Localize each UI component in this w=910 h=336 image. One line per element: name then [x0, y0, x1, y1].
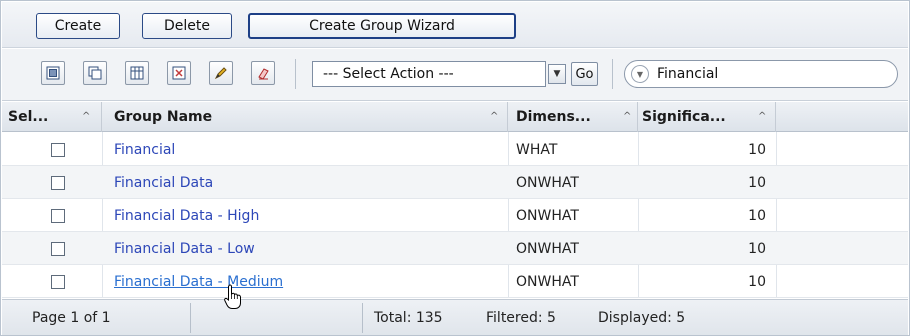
table-row[interactable]: Financial Data ONWHAT 10 [2, 166, 908, 199]
total-count: Total: 135 [374, 310, 443, 326]
toolbar-separator [295, 59, 296, 89]
column-header-group-name[interactable]: Group Name ^ [102, 102, 508, 132]
create-button[interactable]: Create [36, 13, 120, 39]
sort-icon[interactable]: ^ [82, 111, 90, 122]
chevron-down-icon[interactable]: ▼ [548, 64, 566, 84]
column-label: Sel... [8, 109, 49, 125]
clear-eraser-icon[interactable] [251, 61, 275, 85]
page-indicator: Page 1 of 1 [32, 310, 111, 326]
toolbar-separator [612, 59, 613, 89]
select-action-dropdown[interactable]: --- Select Action --- [312, 61, 546, 87]
significance-cell: 10 [748, 207, 766, 224]
table-row[interactable]: Financial Data - High ONWHAT 10 [2, 199, 908, 232]
filter-icon[interactable]: ▼ [631, 65, 649, 83]
select-all-icon[interactable] [41, 61, 65, 85]
filter-value: Financial [657, 66, 719, 82]
hand-cursor-icon [224, 284, 241, 309]
sort-icon[interactable]: ^ [490, 111, 498, 122]
footer-separator [190, 303, 191, 333]
significance-cell: 10 [748, 174, 766, 191]
table-row[interactable]: Financial Data - Medium ONWHAT 10 [2, 265, 908, 298]
columns-icon[interactable] [125, 61, 149, 85]
table-toolbar: --- Select Action --- ▼ Go ▼ Financial [2, 49, 908, 101]
group-name-link[interactable]: Financial Data - High [114, 208, 259, 224]
dimension-cell: ONWHAT [516, 207, 579, 224]
delete-button[interactable]: Delete [142, 13, 232, 39]
column-header-dimension[interactable]: Dimens... ^ [508, 102, 638, 132]
group-name-link[interactable]: Financial Data - Medium [114, 274, 283, 290]
table-footer: Page 1 of 1 Total: 135 Filtered: 5 Displ… [2, 299, 908, 335]
action-button-bar: Create Delete Create Group Wizard [2, 2, 908, 48]
sort-icon[interactable]: ^ [758, 111, 766, 122]
row-checkbox[interactable] [51, 176, 65, 190]
sort-icon[interactable]: ^ [623, 111, 631, 122]
column-label: Significa... [642, 109, 726, 125]
footer-separator [362, 303, 363, 333]
displayed-count: Displayed: 5 [598, 310, 686, 326]
dimension-cell: ONWHAT [516, 240, 579, 257]
filter-input[interactable]: ▼ Financial [624, 60, 898, 88]
column-label: Group Name [114, 109, 213, 125]
table-header: Sel... ^ Group Name ^ Dimens... ^ Signif… [2, 102, 908, 132]
group-name-link[interactable]: Financial Data [114, 175, 213, 191]
significance-cell: 10 [748, 240, 766, 257]
column-label: Dimens... [516, 109, 591, 125]
filter-options-icon[interactable] [167, 61, 191, 85]
group-name-link[interactable]: Financial [114, 142, 175, 158]
significance-cell: 10 [748, 273, 766, 290]
row-checkbox[interactable] [51, 209, 65, 223]
edit-pencil-icon[interactable] [209, 61, 233, 85]
group-name-link[interactable]: Financial Data - Low [114, 241, 255, 257]
row-checkbox[interactable] [51, 143, 65, 157]
significance-cell: 10 [748, 141, 766, 158]
go-button[interactable]: Go [571, 62, 598, 86]
filtered-count: Filtered: 5 [486, 310, 556, 326]
dimension-cell: ONWHAT [516, 273, 579, 290]
row-checkbox[interactable] [51, 242, 65, 256]
table-row[interactable]: Financial WHAT 10 [2, 133, 908, 166]
copy-icon[interactable] [83, 61, 107, 85]
dimension-cell: WHAT [516, 141, 558, 158]
group-table-panel: Create Delete Create Group Wizard --- Se… [0, 0, 910, 336]
table-row[interactable]: Financial Data - Low ONWHAT 10 [2, 232, 908, 265]
column-header-significance[interactable]: Significa... ^ [638, 102, 776, 132]
create-group-wizard-button[interactable]: Create Group Wizard [248, 13, 516, 39]
dimension-cell: ONWHAT [516, 174, 579, 191]
column-header-select[interactable]: Sel... ^ [2, 102, 102, 132]
row-checkbox[interactable] [51, 275, 65, 289]
